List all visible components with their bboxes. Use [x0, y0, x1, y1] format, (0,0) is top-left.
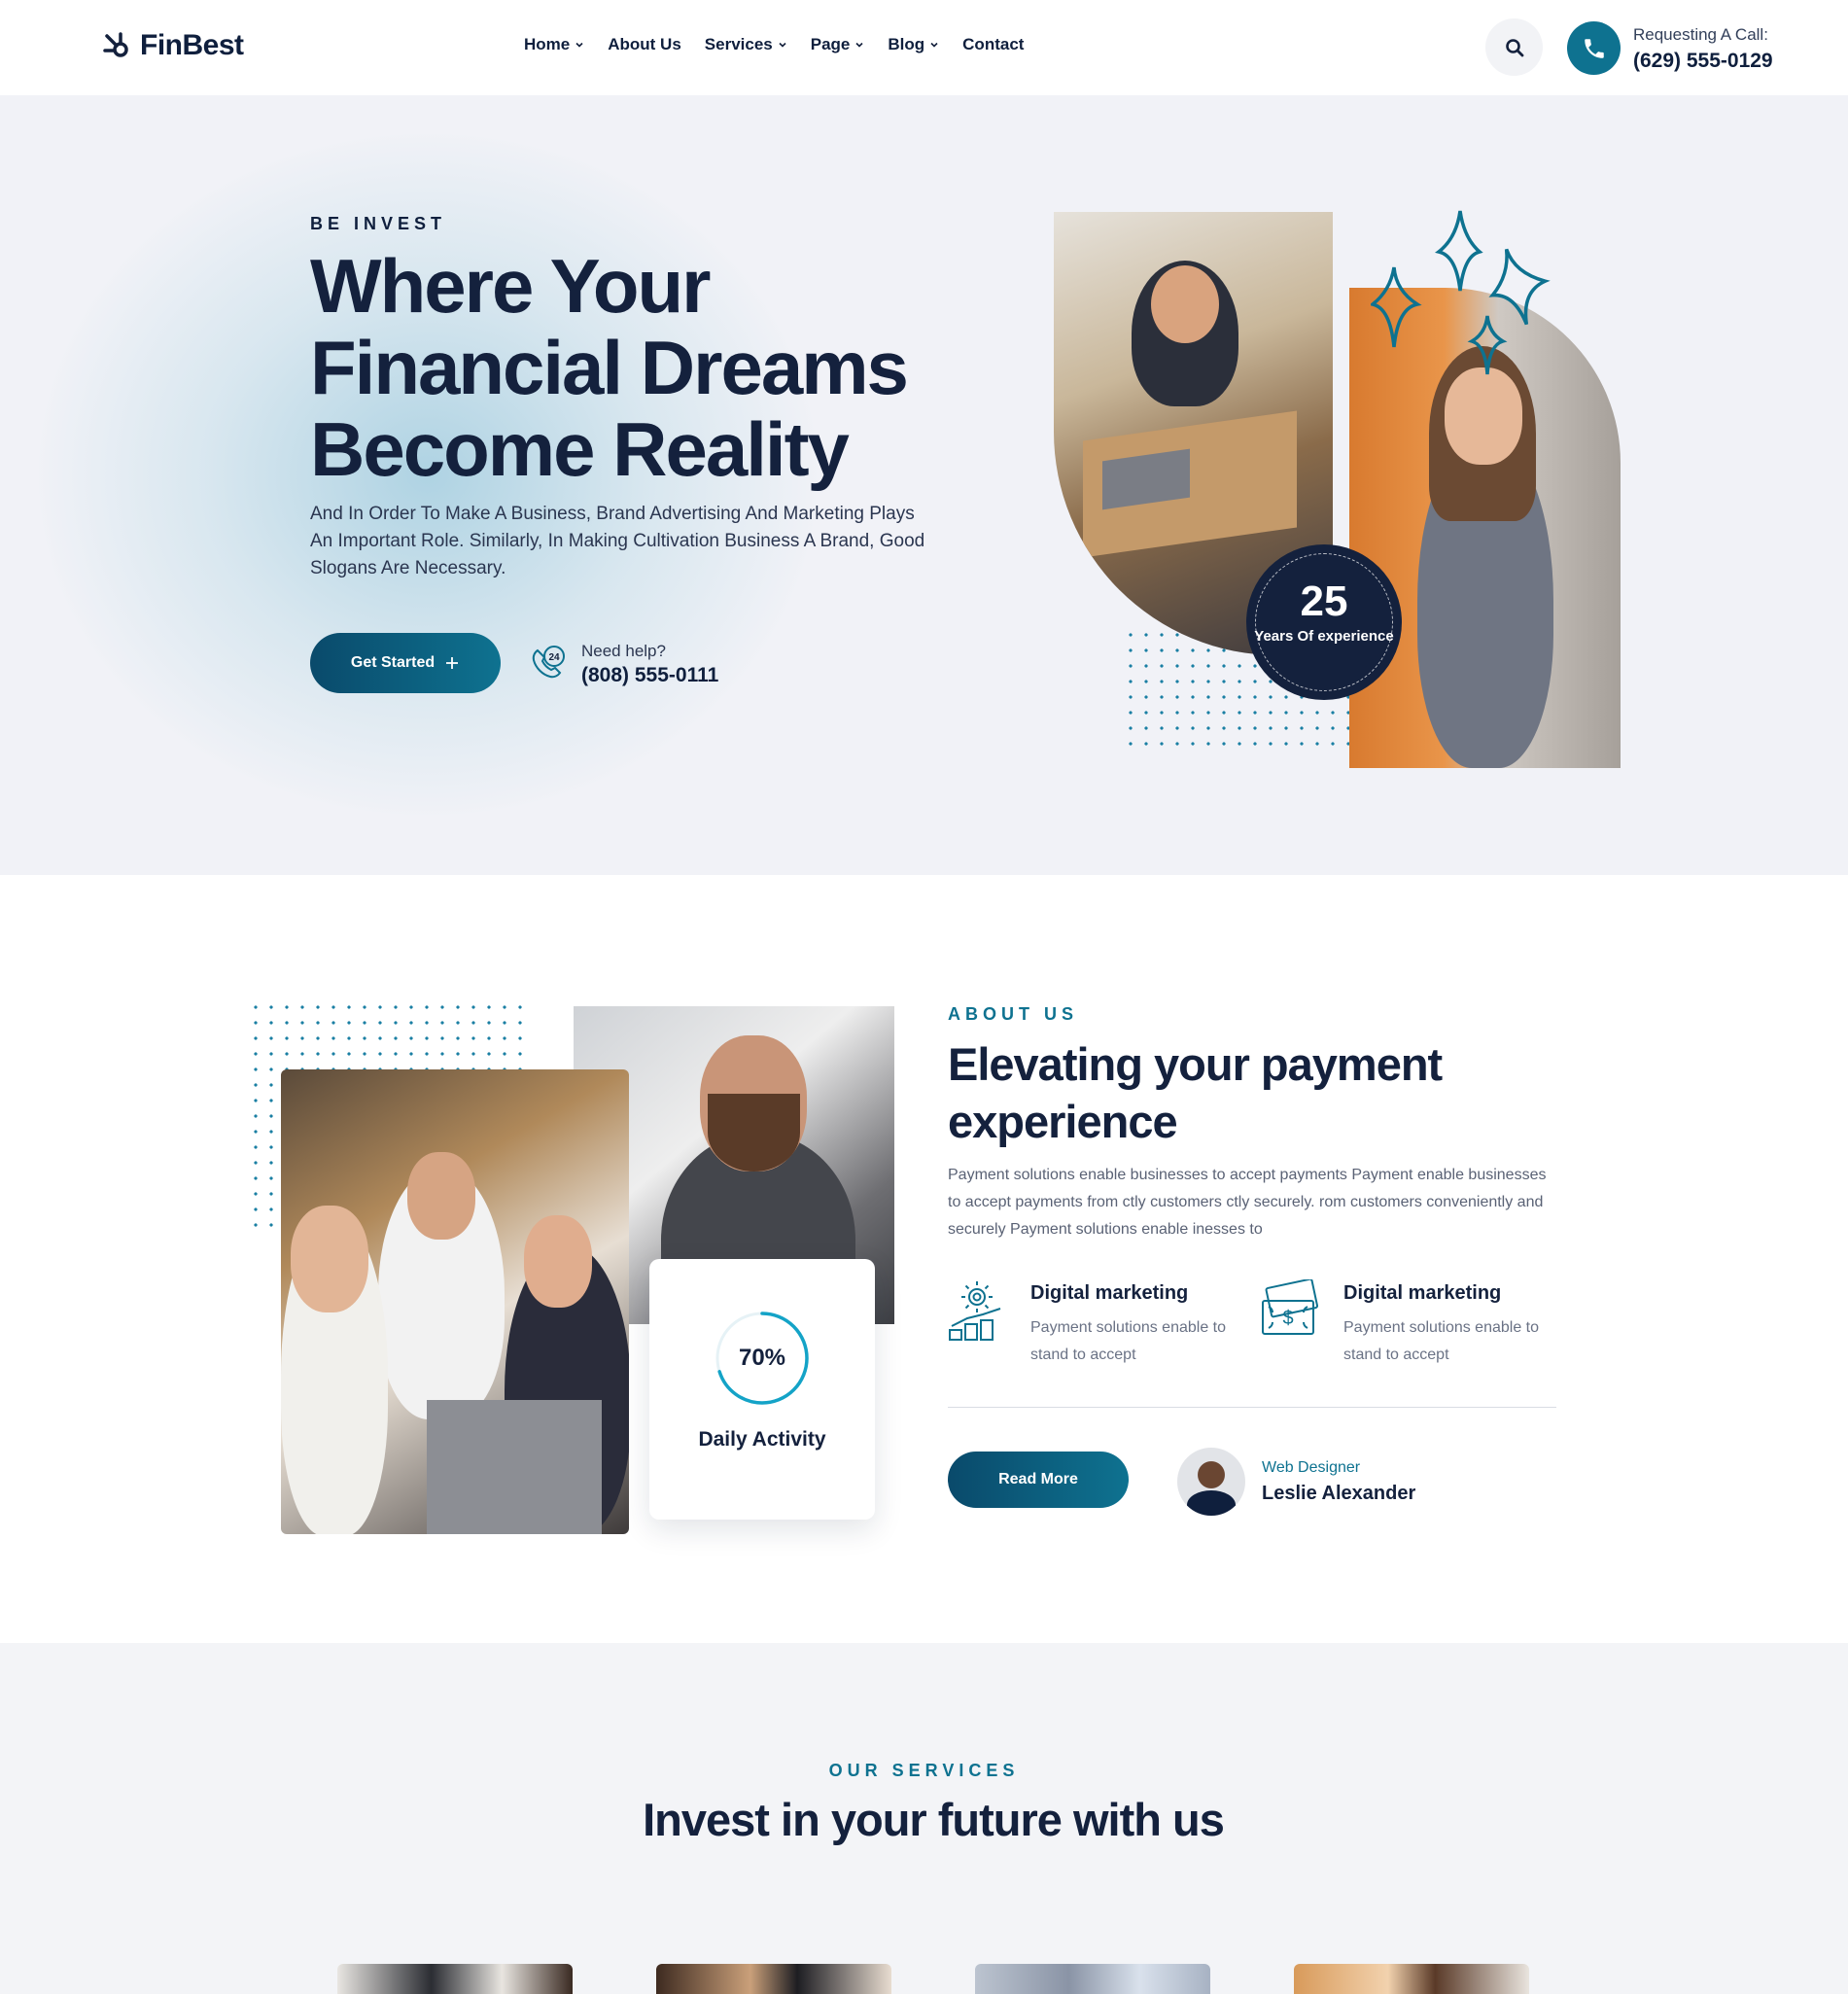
services-title: Invest in your future with us	[643, 1794, 1225, 1845]
logo-text: FinBest	[140, 29, 244, 61]
help-number[interactable]: (808) 555-0111	[581, 664, 718, 687]
divider	[948, 1407, 1556, 1408]
sparkle-icon	[1371, 210, 1551, 375]
daily-activity-card: 70% Daily Activity	[649, 1259, 875, 1520]
feature-item: $ Digital marketing Payment solutions en…	[1261, 1279, 1552, 1377]
chevron-down-icon	[930, 42, 938, 48]
support-24-icon: 24	[532, 646, 565, 679]
call-button[interactable]	[1567, 21, 1621, 75]
call-label: Requesting A Call:	[1633, 25, 1768, 44]
nav-item-about-us[interactable]: About Us	[608, 35, 681, 54]
logo-icon	[103, 32, 128, 57]
logo[interactable]: FinBest	[101, 29, 244, 62]
nav-label: Blog	[888, 35, 925, 53]
feature-title: Digital marketing	[1343, 1282, 1502, 1304]
nav-item-home[interactable]: Home	[524, 35, 584, 54]
nav-label: Home	[524, 35, 571, 53]
read-more-button[interactable]: Read More	[948, 1452, 1129, 1508]
nav-item-blog[interactable]: Blog	[888, 35, 939, 54]
gear-chart-icon	[949, 1281, 1001, 1341]
read-more-label: Read More	[998, 1471, 1078, 1487]
service-card-image[interactable]	[656, 1964, 891, 1994]
badge-number: 25	[1300, 577, 1348, 625]
call-number[interactable]: (629) 555-0129	[1633, 50, 1773, 73]
get-started-label: Get Started	[350, 654, 436, 671]
service-card-image[interactable]	[975, 1964, 1210, 1994]
chevron-down-icon	[855, 42, 863, 48]
feature-item: Digital marketing Payment solutions enab…	[948, 1279, 1239, 1377]
nav-item-contact[interactable]: Contact	[962, 35, 1024, 54]
about-description: Payment solutions enable businesses to a…	[948, 1167, 1547, 1238]
nav-label: About Us	[608, 35, 681, 53]
author-role: Web Designer	[1262, 1459, 1361, 1476]
nav-label: Contact	[962, 35, 1025, 53]
search-button[interactable]	[1485, 18, 1543, 76]
nav-label: Services	[704, 35, 773, 53]
phone-icon	[1584, 38, 1604, 58]
service-card-image[interactable]	[337, 1964, 573, 1994]
plus-icon	[446, 657, 459, 669]
experience-badge: 25 Years Of experience	[1246, 544, 1402, 700]
search-icon	[1505, 38, 1523, 56]
about-section	[0, 875, 1848, 1643]
team-meeting-image	[281, 1069, 629, 1534]
nav-label: Page	[810, 35, 851, 53]
chevron-down-icon	[575, 42, 583, 48]
avatar	[1177, 1448, 1245, 1516]
site-header: FinBest Home About Us Services Page Blog…	[0, 0, 1848, 95]
help-label: Need help?	[581, 642, 666, 660]
hero-title: Where Your Financial Dreams Become Reali…	[310, 243, 909, 492]
services-kicker: OUR SERVICES	[828, 1761, 1020, 1780]
hero-kicker: BE INVEST	[310, 214, 447, 233]
feature-description: Payment solutions enable to stand to acc…	[1343, 1319, 1540, 1363]
about-kicker: ABOUT US	[948, 1004, 1078, 1024]
service-card-image[interactable]	[1294, 1964, 1529, 1994]
nav-item-page[interactable]: Page	[811, 35, 865, 54]
nav-item-services[interactable]: Services	[705, 35, 787, 54]
svg-text:24: 24	[548, 652, 560, 663]
hero-description: And In Order To Make A Business, Brand A…	[310, 504, 925, 578]
about-title: Elevating your payment experience	[948, 1038, 1443, 1147]
get-started-button[interactable]: Get Started	[310, 633, 501, 693]
chevron-down-icon	[779, 42, 786, 48]
svg-text:$: $	[1282, 1308, 1293, 1329]
author-name: Leslie Alexander	[1262, 1483, 1416, 1504]
feature-title: Digital marketing	[1030, 1282, 1189, 1304]
money-icon: $	[1262, 1279, 1319, 1335]
feature-description: Payment solutions enable to stand to acc…	[1030, 1319, 1227, 1363]
badge-text: Years Of experience	[1254, 628, 1394, 645]
activity-label: Daily Activity	[698, 1428, 826, 1451]
main-nav: Home About Us Services Page Blog Contact	[524, 35, 1024, 54]
activity-value: 70%	[738, 1345, 786, 1371]
